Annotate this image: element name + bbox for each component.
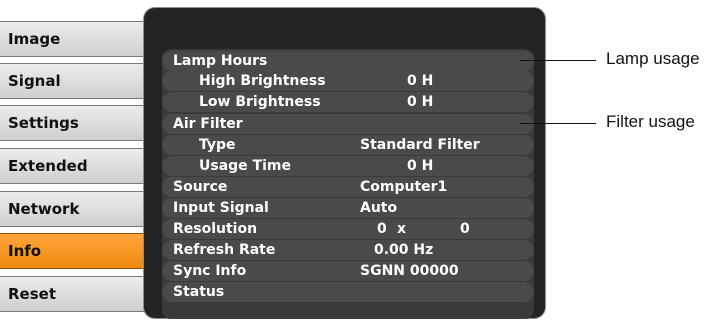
- low-brightness-value: 0 H: [407, 94, 434, 110]
- status-label: Status: [173, 284, 225, 300]
- filter-usage-callout: Filter usage: [606, 112, 695, 131]
- refresh-rate-value: 0.00 Hz: [374, 242, 434, 258]
- resolution-width-value: 0: [377, 221, 387, 237]
- row-high-brightness: High Brightness 0 H: [162, 71, 534, 91]
- row-lamp-hours: Lamp Hours: [162, 51, 534, 71]
- row-status: Status: [162, 282, 534, 302]
- low-brightness-label: Low Brightness: [199, 94, 321, 110]
- sync-info-value: SGNN 00000: [360, 263, 459, 279]
- input-signal-value: Auto: [360, 200, 398, 216]
- row-low-brightness: Low Brightness 0 H: [162, 92, 534, 112]
- row-sync-info: Sync Info SGNN 00000: [162, 261, 534, 281]
- resolution-height-value: 0: [460, 221, 470, 237]
- filter-type-label: Type: [199, 137, 236, 153]
- row-refresh-rate: Refresh Rate 0.00 Hz: [162, 240, 534, 260]
- input-signal-label: Input Signal: [173, 200, 269, 216]
- resolution-label: Resolution: [173, 221, 258, 237]
- refresh-rate-label: Refresh Rate: [173, 242, 276, 258]
- tab-image[interactable]: Image: [0, 21, 152, 57]
- usage-time-value: 0 H: [407, 158, 434, 174]
- row-input-signal: Input Signal Auto: [162, 198, 534, 218]
- filter-usage-callout-line: [520, 123, 596, 124]
- lamp-hours-label: Lamp Hours: [173, 53, 268, 69]
- sync-info-label: Sync Info: [173, 263, 247, 279]
- lamp-usage-callout-line: [520, 60, 596, 61]
- tab-extended[interactable]: Extended: [0, 148, 152, 184]
- row-filter-type: Type Standard Filter: [162, 135, 534, 155]
- menu-tabs: Image Signal Settings Extended Network I…: [0, 0, 155, 320]
- row-resolution: Resolution 0 x 0: [162, 219, 534, 239]
- row-air-filter: Air Filter: [162, 114, 534, 134]
- lamp-usage-callout: Lamp usage: [606, 49, 700, 68]
- row-source: Source Computer1: [162, 177, 534, 197]
- tab-network[interactable]: Network: [0, 191, 152, 227]
- filter-type-value: Standard Filter: [360, 137, 480, 153]
- high-brightness-value: 0 H: [407, 73, 434, 89]
- tab-reset[interactable]: Reset: [0, 276, 152, 312]
- tab-info[interactable]: Info: [0, 233, 152, 269]
- source-label: Source: [173, 179, 228, 195]
- tab-signal[interactable]: Signal: [0, 63, 152, 99]
- info-panel: Lamp Hours High Brightness 0 H Low Brigh…: [143, 7, 546, 319]
- air-filter-label: Air Filter: [173, 116, 243, 132]
- usage-time-label: Usage Time: [199, 158, 291, 174]
- tab-settings[interactable]: Settings: [0, 105, 152, 141]
- high-brightness-label: High Brightness: [199, 73, 326, 89]
- source-value: Computer1: [360, 179, 448, 195]
- row-usage-time: Usage Time 0 H: [162, 156, 534, 176]
- resolution-separator: x: [397, 221, 407, 237]
